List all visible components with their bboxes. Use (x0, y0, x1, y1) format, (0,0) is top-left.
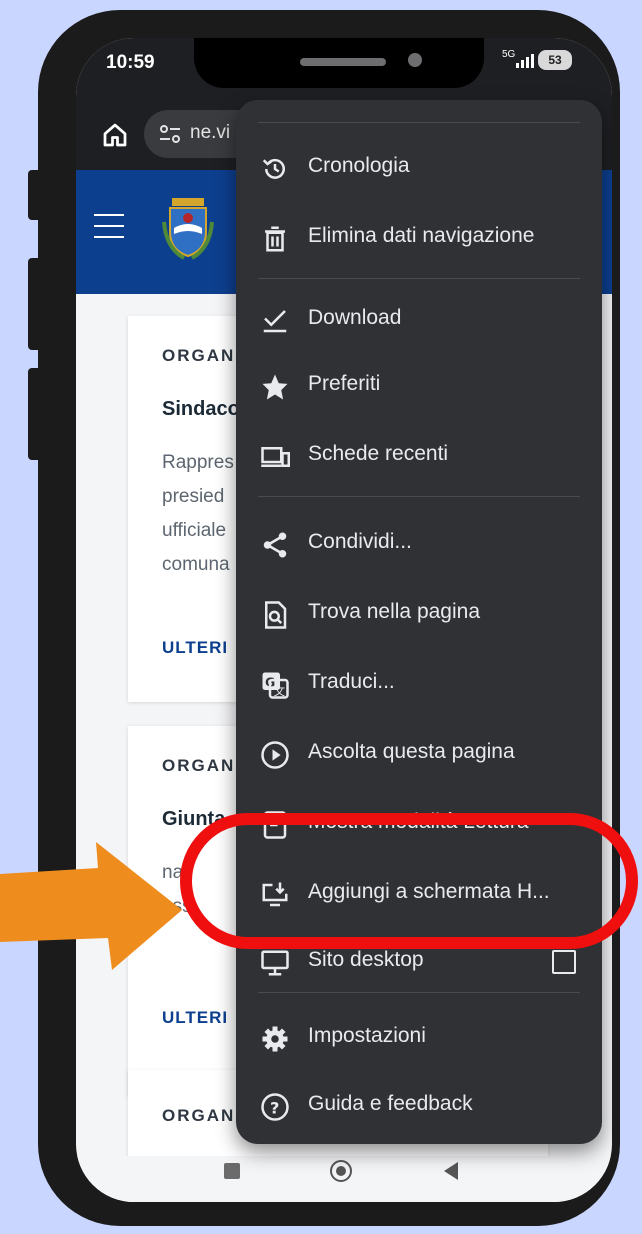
menu-item-label: Condividi... (308, 530, 412, 553)
menu-item-condividi[interactable]: Condividi... (236, 514, 602, 574)
menu-item-label: Elimina dati navigazione (308, 224, 535, 247)
star-icon (262, 374, 288, 400)
menu-item-schede-recenti[interactable]: Schede recenti (236, 426, 602, 486)
menu-item-ascolta[interactable]: Ascolta questa pagina (236, 724, 602, 784)
menu-item-traduci[interactable]: G 文 Traduci... (236, 654, 602, 714)
phone-side-button (28, 170, 38, 220)
android-nav-bar (76, 1156, 612, 1202)
back-button[interactable] (444, 1162, 458, 1180)
card-more-link[interactable]: ULTERI (162, 1008, 228, 1028)
home-icon[interactable] (100, 120, 130, 150)
phone-volume-down (28, 368, 38, 460)
card-category: ORGAN (162, 1106, 236, 1125)
menu-item-label: Trova nella pagina (308, 600, 480, 623)
card-category: ORGAN (162, 756, 236, 775)
play-circle-icon (261, 741, 289, 769)
menu-item-download[interactable]: Download (236, 290, 602, 350)
phone-screen: 10:59 5G 53 ne.vi ORGAN Sindaco Rappres … (76, 38, 612, 1202)
notch (194, 38, 484, 88)
menu-item-label: Guida e feedback (308, 1092, 473, 1115)
speaker (300, 58, 386, 66)
menu-top-divider (258, 122, 580, 123)
menu-item-preferiti[interactable]: Preferiti (236, 356, 602, 416)
municipal-crest-logo (162, 198, 214, 260)
highlight-ring (180, 813, 638, 949)
menu-item-label: Impostazioni (308, 1024, 426, 1047)
find-in-page-icon (265, 601, 287, 629)
site-settings-icon[interactable] (158, 123, 182, 145)
menu-item-label: Preferiti (308, 372, 381, 395)
status-time: 10:59 (106, 52, 155, 73)
phone-volume-up (28, 258, 38, 350)
menu-item-label: Schede recenti (308, 442, 449, 465)
desktop-icon (261, 950, 289, 976)
hamburger-menu-icon[interactable] (94, 214, 124, 247)
recents-button[interactable] (224, 1163, 240, 1179)
card-title[interactable]: Sindaco (162, 398, 240, 421)
share-icon (263, 532, 287, 558)
card-category: ORGAN (162, 346, 236, 365)
home-button[interactable] (330, 1160, 352, 1182)
menu-divider (258, 496, 580, 497)
download-check-icon (263, 310, 287, 333)
menu-item-label: Download (308, 306, 402, 329)
translate-icon: G 文 (262, 672, 289, 699)
menu-item-label: Ascolta questa pagina (308, 740, 515, 763)
menu-item-impostazioni[interactable]: Impostazioni (236, 1008, 602, 1068)
menu-item-label: Traduci... (308, 670, 395, 693)
menu-item-cronologia[interactable]: Cronologia (236, 138, 602, 198)
menu-divider (258, 278, 580, 279)
browser-overflow-menu: Cronologia Elimina dati navigazione Down… (236, 100, 602, 1144)
menu-divider (258, 992, 580, 993)
menu-item-trova[interactable]: Trova nella pagina (236, 584, 602, 644)
orange-arrow-icon (0, 842, 182, 970)
url-text: ne.vi (190, 122, 231, 143)
front-camera (408, 53, 422, 67)
desktop-site-checkbox[interactable] (552, 950, 576, 974)
signal-bars-icon (516, 54, 534, 68)
menu-item-elimina-dati[interactable]: Elimina dati navigazione (236, 208, 602, 268)
help-icon: ? (261, 1093, 289, 1121)
card-more-link[interactable]: ULTERI (162, 638, 228, 658)
gear-icon (262, 1026, 288, 1052)
trash-icon (265, 226, 285, 252)
menu-item-label: Cronologia (308, 154, 410, 177)
network-label: 5G (502, 49, 516, 60)
svg-text:文: 文 (274, 684, 285, 698)
menu-item-guida[interactable]: ? Guida e feedback (236, 1076, 602, 1136)
devices-icon (261, 447, 290, 467)
svg-text:?: ? (270, 1098, 279, 1117)
history-icon (262, 158, 285, 179)
status-bar: 10:59 5G 53 (76, 38, 612, 100)
menu-item-label: Sito desktop (308, 948, 424, 971)
battery-icon: 53 (538, 50, 572, 70)
